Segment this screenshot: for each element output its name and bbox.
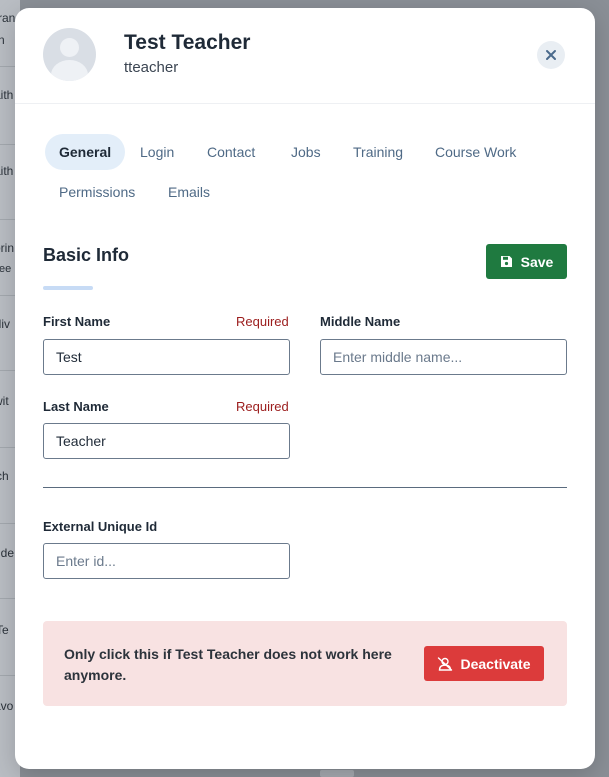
deactivate-button[interactable]: Deactivate (424, 646, 544, 681)
floppy-disk-icon (500, 256, 512, 267)
tab-course-work[interactable]: Course Work (421, 134, 530, 170)
save-button-label: Save (520, 253, 554, 270)
close-icon (546, 50, 556, 60)
close-button[interactable] (537, 41, 565, 69)
first-name-label: First Name (43, 314, 111, 329)
external-id-field[interactable] (43, 543, 290, 579)
first-name-required: Required (236, 314, 289, 329)
external-id-label: External Unique Id (43, 519, 158, 534)
save-button[interactable]: Save (486, 244, 567, 279)
background-text: ch (0, 469, 9, 483)
user-slash-icon (438, 656, 453, 671)
deactivate-button-label: Deactivate (460, 655, 531, 672)
user-name: Test Teacher (124, 31, 251, 54)
tab-emails[interactable]: Emails (154, 174, 224, 210)
background-fragment (320, 770, 354, 777)
deactivate-message: Only click this if Test Teacher does not… (64, 646, 392, 683)
background-text: aith (0, 164, 14, 178)
background-text: avo (0, 699, 14, 713)
background-text: wit (0, 394, 9, 408)
background-text: lliv (0, 317, 10, 331)
tab-general[interactable]: General (45, 134, 126, 170)
background-text: n (0, 33, 5, 47)
last-name-label: Last Name (43, 399, 109, 414)
background-text: tee (0, 263, 12, 275)
tab-training[interactable]: Training (339, 134, 417, 170)
deactivate-warning: Only click this if Test Teacher does not… (43, 621, 567, 706)
avatar (43, 28, 96, 81)
modal-header: Test Teacher tteacher (15, 8, 595, 104)
tab-jobs[interactable]: Jobs (277, 134, 335, 170)
first-name-field[interactable] (43, 339, 290, 375)
middle-name-field[interactable] (320, 339, 567, 375)
background-text: Te (0, 623, 9, 637)
background-text: orin (0, 241, 15, 255)
avatar-head (60, 38, 79, 57)
background-text: aith (0, 88, 14, 102)
user-login: tteacher (124, 59, 179, 76)
last-name-field[interactable] (43, 423, 290, 459)
section-underline (43, 286, 93, 290)
tab-contact[interactable]: Contact (193, 134, 269, 170)
user-detail-modal: Test Teacher tteacher General Login Cont… (15, 8, 595, 769)
background-text: dde (0, 546, 15, 560)
tab-login[interactable]: Login (126, 134, 188, 170)
section-title: Basic Info (43, 245, 130, 265)
section-divider (43, 487, 567, 488)
last-name-required: Required (236, 399, 289, 414)
middle-name-label: Middle Name (320, 314, 401, 329)
tab-permissions[interactable]: Permissions (45, 174, 149, 210)
background-text: ran (0, 11, 16, 25)
avatar-body (51, 60, 88, 81)
